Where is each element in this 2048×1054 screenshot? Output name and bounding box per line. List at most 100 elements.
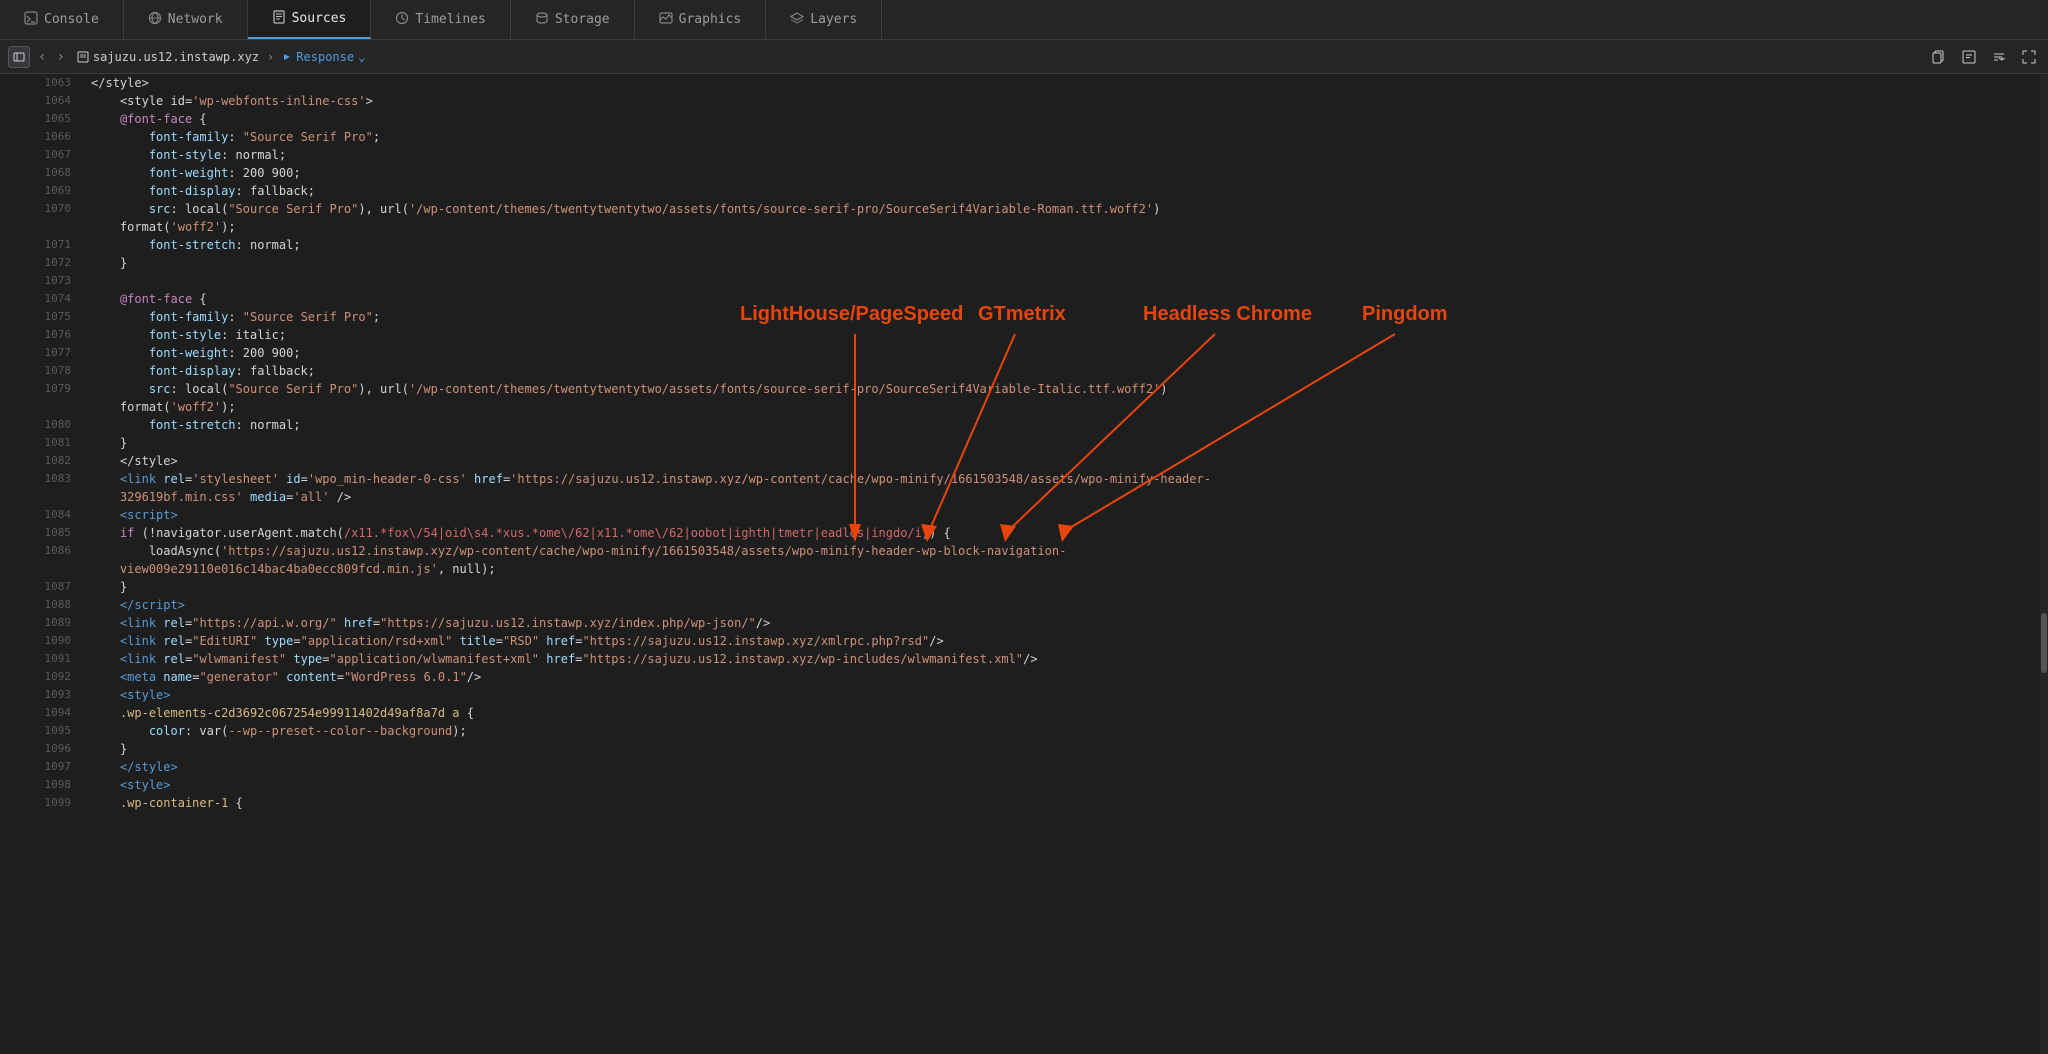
line-content: <style>: [83, 686, 2048, 704]
table-row: 1078 font-display: fallback;: [0, 362, 2048, 380]
breadcrumb-response[interactable]: Response ⌄: [276, 48, 371, 66]
line-number: 1085: [0, 524, 83, 542]
line-content: </style>: [83, 452, 2048, 470]
line-content: font-display: fallback;: [83, 362, 2048, 380]
format-button[interactable]: [1958, 46, 1980, 68]
copy-button[interactable]: [1928, 46, 1950, 68]
line-content: 329619bf.min.css' media='all' />: [83, 488, 2048, 506]
line-number: 1063: [0, 74, 83, 92]
table-row: 1092 <meta name="generator" content="Wor…: [0, 668, 2048, 686]
line-number: 1084: [0, 506, 83, 524]
line-content: </style>: [83, 758, 2048, 776]
line-number: 1071: [0, 236, 83, 254]
breadcrumb-actions: [1928, 46, 2040, 68]
line-number: 1095: [0, 722, 83, 740]
table-row: view009e29110e016c14bac4ba0ecc809fcd.min…: [0, 560, 2048, 578]
breadcrumb-back-button[interactable]: ‹: [34, 47, 50, 67]
table-row: format('woff2');: [0, 218, 2048, 236]
tab-layers[interactable]: Layers: [766, 0, 882, 39]
line-number: 1078: [0, 362, 83, 380]
tab-network[interactable]: Network: [124, 0, 248, 39]
breadcrumb-file-icon: sajuzu.us12.instawp.xyz: [71, 48, 265, 66]
table-row: 1073: [0, 272, 2048, 290]
sidebar-toggle-button[interactable]: [8, 46, 30, 68]
line-number: 1091: [0, 650, 83, 668]
line-content: src: local("Source Serif Pro"), url('/wp…: [83, 380, 2048, 398]
line-content: .wp-elements-c2d3692c067254e99911402d49a…: [83, 704, 2048, 722]
code-scroll-area[interactable]: 1063</style>1064 <style id='wp-webfonts-…: [0, 74, 2048, 1054]
line-content: @font-face {: [83, 110, 2048, 128]
line-content: @font-face {: [83, 290, 2048, 308]
table-row: 1067 font-style: normal;: [0, 146, 2048, 164]
line-content: }: [83, 740, 2048, 758]
line-number: 1093: [0, 686, 83, 704]
line-content: .wp-container-1 {: [83, 794, 2048, 812]
tab-network-label: Network: [168, 12, 223, 27]
table-row: 329619bf.min.css' media='all' />: [0, 488, 2048, 506]
line-number: 1099: [0, 794, 83, 812]
line-content: format('woff2');: [83, 398, 2048, 416]
tab-storage[interactable]: Storage: [511, 0, 635, 39]
line-content: font-style: italic;: [83, 326, 2048, 344]
line-content: <link rel="EditURI" type="application/rs…: [83, 632, 2048, 650]
line-content: <style>: [83, 776, 2048, 794]
code-table: 1063</style>1064 <style id='wp-webfonts-…: [0, 74, 2048, 812]
scrollbar[interactable]: [2040, 74, 2048, 1054]
tab-layers-label: Layers: [810, 12, 857, 27]
sources-icon: [272, 10, 286, 28]
table-row: 1091 <link rel="wlwmanifest" type="appli…: [0, 650, 2048, 668]
table-row: 1082 </style>: [0, 452, 2048, 470]
line-content: </script>: [83, 596, 2048, 614]
line-number: 1070: [0, 200, 83, 218]
line-content: }: [83, 254, 2048, 272]
table-row: 1068 font-weight: 200 900;: [0, 164, 2048, 182]
line-content: }: [83, 578, 2048, 596]
line-number: 1079: [0, 380, 83, 398]
fullscreen-button[interactable]: [2018, 46, 2040, 68]
network-icon: [148, 11, 162, 29]
line-number: 1073: [0, 272, 83, 290]
line-number: 1083: [0, 470, 83, 488]
tab-timelines[interactable]: Timelines: [371, 0, 510, 39]
timelines-icon: [395, 11, 409, 29]
breadcrumb-forward-button[interactable]: ›: [52, 47, 68, 67]
table-row: 1084 <script>: [0, 506, 2048, 524]
scrollbar-thumb[interactable]: [2041, 613, 2047, 673]
line-content: [83, 272, 2048, 290]
table-row: 1090 <link rel="EditURI" type="applicati…: [0, 632, 2048, 650]
tab-graphics[interactable]: Graphics: [635, 0, 767, 39]
table-row: 1087 }: [0, 578, 2048, 596]
table-row: 1085 if (!navigator.userAgent.match(/x11…: [0, 524, 2048, 542]
line-number: 1097: [0, 758, 83, 776]
line-number: 1088: [0, 596, 83, 614]
line-number: 1064: [0, 92, 83, 110]
storage-icon: [535, 11, 549, 29]
breadcrumb-filename[interactable]: sajuzu.us12.instawp.xyz: [93, 50, 259, 64]
table-row: 1064 <style id='wp-webfonts-inline-css'>: [0, 92, 2048, 110]
line-number: 1096: [0, 740, 83, 758]
wrap-button[interactable]: [1988, 46, 2010, 68]
line-number: 1098: [0, 776, 83, 794]
line-number: 1065: [0, 110, 83, 128]
code-container: 1063</style>1064 <style id='wp-webfonts-…: [0, 74, 2048, 1054]
breadcrumb-bar: ‹ › sajuzu.us12.instawp.xyz › Response ⌄: [0, 40, 2048, 74]
line-content: font-weight: 200 900;: [83, 344, 2048, 362]
console-icon: [24, 11, 38, 29]
breadcrumb-separator: ›: [267, 50, 274, 64]
line-number: 1077: [0, 344, 83, 362]
line-content: color: var(--wp--preset--color--backgrou…: [83, 722, 2048, 740]
table-row: 1081 }: [0, 434, 2048, 452]
line-number: 1080: [0, 416, 83, 434]
tab-timelines-label: Timelines: [415, 12, 485, 27]
table-row: 1072 }: [0, 254, 2048, 272]
table-row: 1096 }: [0, 740, 2048, 758]
table-row: 1099 .wp-container-1 {: [0, 794, 2048, 812]
table-row: 1080 font-stretch: normal;: [0, 416, 2048, 434]
tab-console[interactable]: Console: [0, 0, 124, 39]
tab-sources-label: Sources: [292, 11, 347, 26]
table-row: 1093 <style>: [0, 686, 2048, 704]
tab-sources[interactable]: Sources: [248, 0, 372, 39]
breadcrumb-navigation: ‹ › sajuzu.us12.instawp.xyz › Response ⌄: [34, 47, 371, 67]
table-row: 1063</style>: [0, 74, 2048, 92]
table-row: 1070 src: local("Source Serif Pro"), url…: [0, 200, 2048, 218]
